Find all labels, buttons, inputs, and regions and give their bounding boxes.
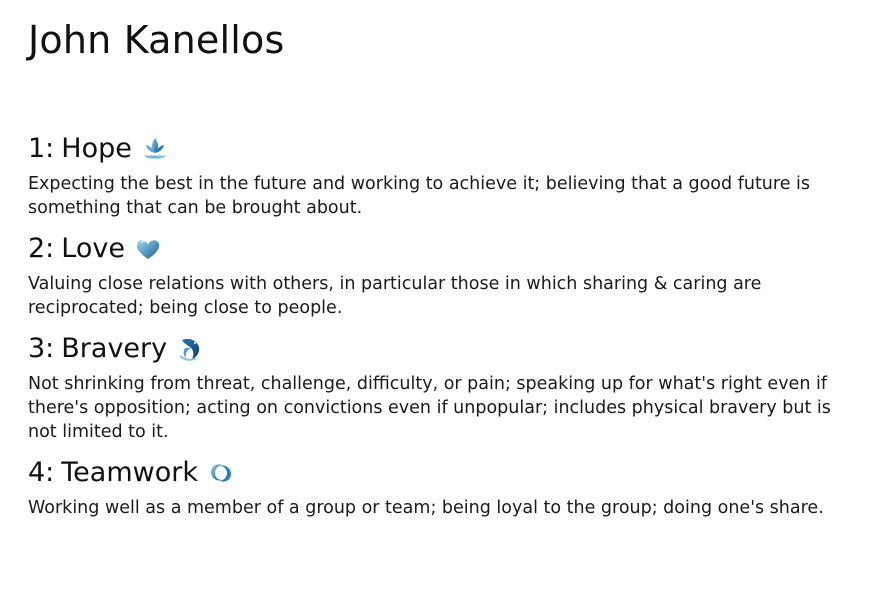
- strength-number: 3:: [28, 333, 55, 364]
- strength-heading: 2: Love: [28, 232, 848, 266]
- strengths-list: 1: Hope Expecting the best in the future…: [28, 132, 848, 532]
- strength-item-hope: 1: Hope Expecting the best in the future…: [28, 132, 848, 220]
- strength-heading: 3: Bravery: [28, 332, 848, 366]
- strength-description: Working well as a member of a group or t…: [28, 498, 824, 518]
- strength-number: 1:: [28, 133, 55, 164]
- strength-heading: 4: Teamwork: [28, 456, 848, 490]
- strength-name: Hope: [61, 133, 132, 164]
- strength-name: Bravery: [61, 333, 168, 364]
- joined-hands-icon: [206, 458, 236, 488]
- strength-item-bravery: 3: Bravery Not shrinking from threat, ch…: [28, 332, 848, 444]
- strength-item-teamwork: 4: Teamwork Working well as a member of …: [28, 456, 848, 520]
- page-title: John Kanellos: [28, 18, 285, 62]
- strength-number: 2:: [28, 233, 55, 264]
- strength-description: Expecting the best in the future and wor…: [28, 174, 811, 218]
- strength-heading: 1: Hope: [28, 132, 848, 166]
- heart-icon: [133, 234, 163, 264]
- strength-description: Not shrinking from threat, challenge, di…: [28, 374, 831, 442]
- strength-number: 4:: [28, 457, 55, 488]
- strength-description: Valuing close relations with others, in …: [28, 274, 762, 318]
- strength-item-love: 2: Love Valuing close relations with oth…: [28, 232, 848, 320]
- lotus-flower-icon: [140, 134, 170, 164]
- strength-name: Love: [61, 233, 125, 264]
- dolphin-icon: [175, 334, 205, 364]
- strength-name: Teamwork: [61, 457, 198, 488]
